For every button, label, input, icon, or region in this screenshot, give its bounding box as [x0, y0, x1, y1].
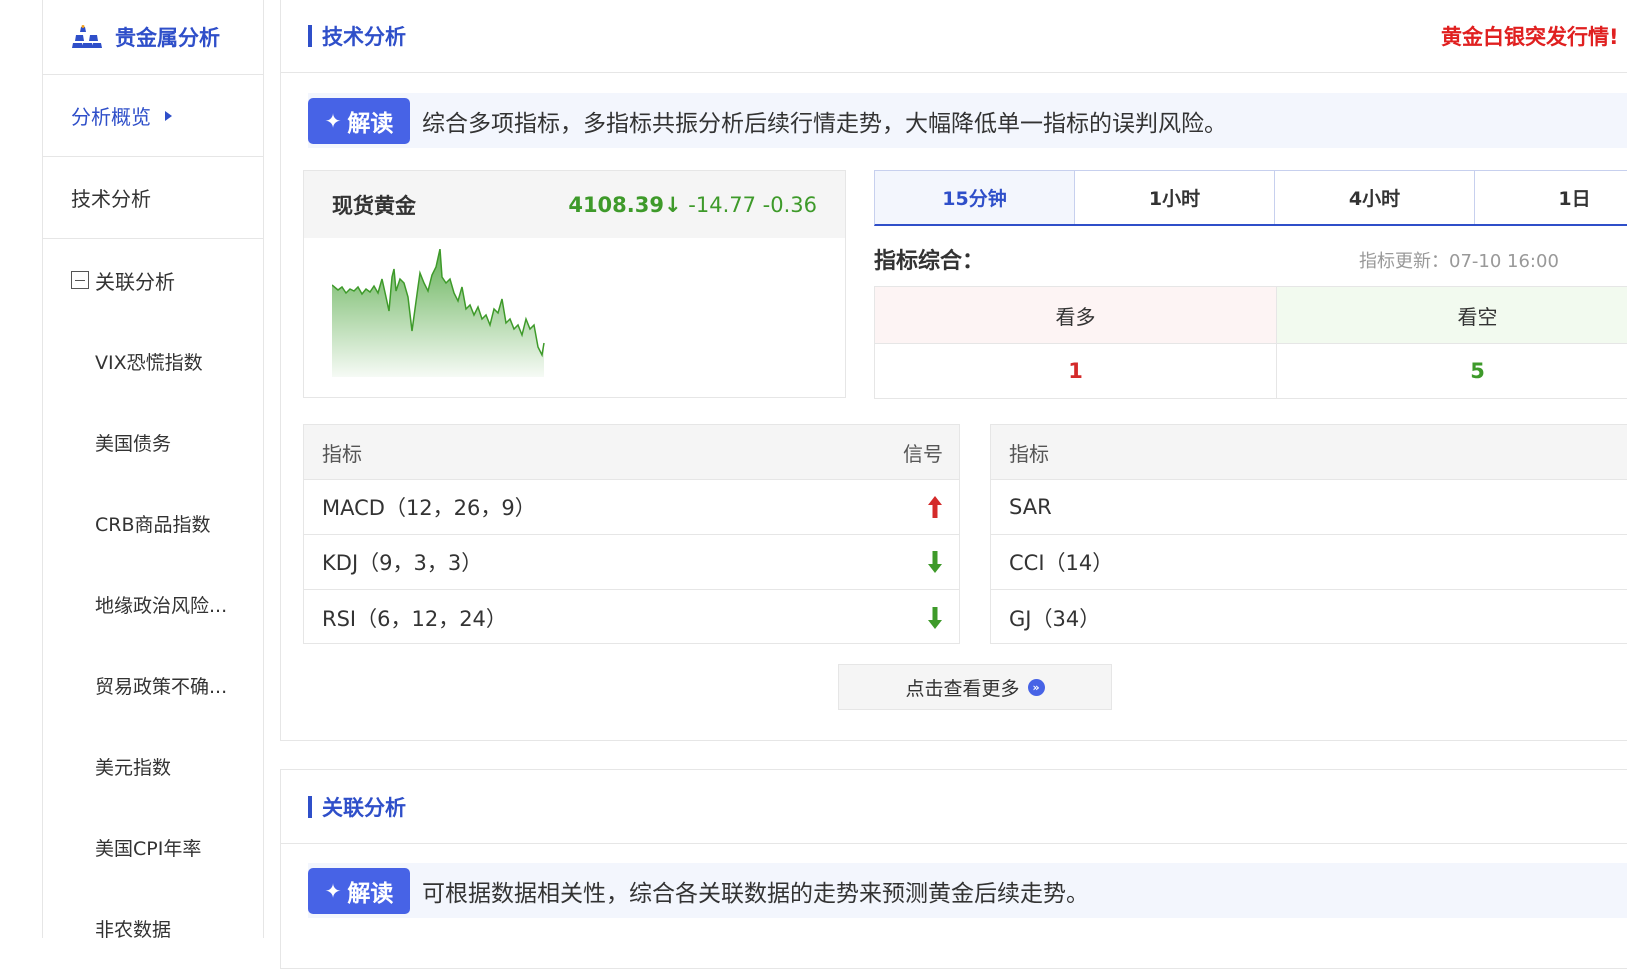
column-header-signal: 信号 — [903, 441, 943, 466]
last-price: 4108.39↓ — [568, 192, 682, 217]
title-bar-decoration — [308, 24, 312, 47]
tab-15min[interactable]: 15分钟 — [875, 171, 1075, 224]
column-header-indicator: 指标 — [1009, 441, 1049, 466]
arrow-down-icon — [928, 551, 942, 573]
quote-values: 4108.39↓ -14.77 -0.36 — [568, 193, 817, 217]
sidebar-item-technical[interactable]: 技术分析 — [43, 157, 263, 239]
sidebar-item-overview[interactable]: 分析概览 — [43, 75, 263, 157]
badge-label: 解读 — [347, 110, 394, 137]
quote-card[interactable]: 现货黄金 4108.39↓ -14.77 -0.36 — [303, 170, 846, 398]
interpretation-text: 可根据数据相关性，综合各关联数据的走势来预测黄金后续走势。 — [422, 880, 1089, 907]
price-change: -14.77 — [688, 192, 756, 217]
technical-analysis-panel: 技术分析 黄金白银突发行情! ✦ 解读 综合多项指标，多指标共振分析后续行情走势… — [280, 0, 1627, 741]
sidebar-subitem-us-debt[interactable]: 美国债务 — [43, 402, 263, 483]
double-chevron-right-icon: » — [1027, 678, 1045, 696]
price-sparkline — [332, 249, 545, 377]
technical-analysis-header: 技术分析 黄金白银突发行情! — [281, 0, 1627, 73]
sidebar-subitem-crb[interactable]: CRB商品指数 — [43, 483, 263, 564]
correlation-analysis-panel: 关联分析 ✦ 解读 可根据数据相关性，综合各关联数据的走势来预测黄金后续走势。 — [280, 769, 1627, 969]
sidebar-item-label: 关联分析 — [95, 269, 175, 294]
sidebar-subitem-us-cpi[interactable]: 美国CPI年率 — [43, 807, 263, 888]
indicator-name: GJ（34） — [1009, 606, 1101, 631]
table-row[interactable]: MACD（12，26，9） — [304, 480, 959, 535]
sidebar-subitem-nonfarm[interactable]: 非农数据 — [43, 888, 263, 969]
table-header: 指标 信号 — [304, 425, 959, 480]
indicator-table-left: 指标 信号 MACD（12，26，9） KDJ（9，3，3） RSI（6，12，… — [303, 424, 960, 644]
instrument-name: 现货黄金 — [332, 193, 416, 218]
sidebar-subitem-vix[interactable]: VIX恐慌指数 — [43, 321, 263, 402]
sidebar-brand[interactable]: 贵金属分析 — [43, 0, 263, 75]
bullish-count: 1 — [1068, 359, 1083, 383]
arrow-up-icon — [928, 496, 942, 518]
interpretation-badge: ✦ 解读 — [308, 97, 410, 144]
view-more-button[interactable]: 点击查看更多 » — [838, 664, 1112, 710]
bearish-column: 看空 5 — [1277, 287, 1627, 398]
indicator-name: RSI（6，12，24） — [322, 606, 507, 631]
interpretation-banner: ✦ 解读 综合多项指标，多指标共振分析后续行情走势，大幅降低单一指标的误判风险。 — [308, 93, 1627, 148]
table-header: 指标 — [991, 425, 1627, 480]
badge-label: 解读 — [347, 880, 394, 907]
promo-link[interactable]: 黄金白银突发行情! — [1441, 21, 1619, 51]
table-row[interactable]: RSI（6，12，24） — [304, 590, 959, 645]
interpretation-text: 综合多项指标，多指标共振分析后续行情走势，大幅降低单一指标的误判风险。 — [422, 110, 1227, 137]
sidebar-subitem-dollar-index[interactable]: 美元指数 — [43, 726, 263, 807]
sidebar-item-label: 分析概览 — [71, 105, 151, 129]
quote-header: 现货黄金 4108.39↓ -14.77 -0.36 — [304, 171, 845, 238]
section-title: 技术分析 — [322, 24, 406, 49]
arrow-down-icon — [928, 606, 942, 629]
title-bar-decoration — [308, 795, 312, 818]
tab-1hour[interactable]: 1小时 — [1075, 171, 1275, 224]
signal-cell — [927, 495, 943, 519]
sidebar-subitem-trade-policy[interactable]: 贸易政策不确... — [43, 645, 263, 726]
bearish-count: 5 — [1470, 359, 1485, 383]
interpretation-banner: ✦ 解读 可根据数据相关性，综合各关联数据的走势来预测黄金后续走势。 — [308, 863, 1627, 918]
signal-cell — [927, 606, 943, 630]
indicator-summary-label: 指标综合： — [874, 249, 985, 274]
vote-summary: 看多 1 看空 5 — [874, 286, 1627, 399]
view-more-label: 点击查看更多 — [905, 677, 1020, 700]
bullish-label: 看多 — [875, 287, 1276, 344]
indicator-name: KDJ（9，3，3） — [322, 551, 483, 575]
table-row[interactable]: KDJ（9，3，3） — [304, 535, 959, 590]
table-row[interactable]: GJ（34） — [991, 590, 1627, 645]
sidebar: 贵金属分析 分析概览 技术分析 关联分析 VIX恐慌指数 美国债务 CRB商品指… — [42, 0, 264, 941]
indicator-name: MACD（12，26，9） — [322, 496, 536, 520]
table-row[interactable]: SAR — [991, 480, 1627, 535]
bullish-column: 看多 1 — [875, 287, 1277, 398]
signal-cell — [927, 550, 943, 574]
price-change-pct: -0.36 — [762, 192, 817, 217]
collapse-icon[interactable] — [71, 271, 89, 289]
interpretation-badge: ✦ 解读 — [308, 867, 410, 914]
indicator-name: SAR — [1009, 495, 1052, 519]
tab-4hour[interactable]: 4小时 — [1275, 171, 1475, 224]
sparkle-icon: ✦ — [324, 108, 342, 133]
table-row[interactable]: CCI（14） — [991, 535, 1627, 590]
sidebar-brand-label: 贵金属分析 — [115, 26, 220, 50]
period-tabs: 15分钟 1小时 4小时 1日 — [874, 170, 1627, 226]
indicator-name: CCI（14） — [1009, 551, 1114, 575]
sidebar-item-correlation[interactable]: 关联分析 — [43, 239, 263, 321]
correlation-analysis-header: 关联分析 — [281, 770, 1627, 844]
indicator-table-right: 指标 SAR CCI（14） GJ（34） — [990, 424, 1627, 644]
sidebar-item-label: 技术分析 — [71, 187, 151, 211]
gold-bars-icon — [72, 25, 102, 48]
caret-right-icon — [165, 110, 172, 121]
indicator-update-time: 指标更新：07-10 16:00 — [1359, 251, 1559, 272]
column-header-indicator: 指标 — [322, 441, 362, 466]
sidebar-subitem-geopolitics[interactable]: 地缘政治风险... — [43, 564, 263, 645]
bearish-label: 看空 — [1277, 287, 1627, 344]
sparkle-icon: ✦ — [324, 878, 342, 903]
tab-1day[interactable]: 1日 — [1475, 171, 1627, 224]
section-title: 关联分析 — [322, 795, 406, 820]
